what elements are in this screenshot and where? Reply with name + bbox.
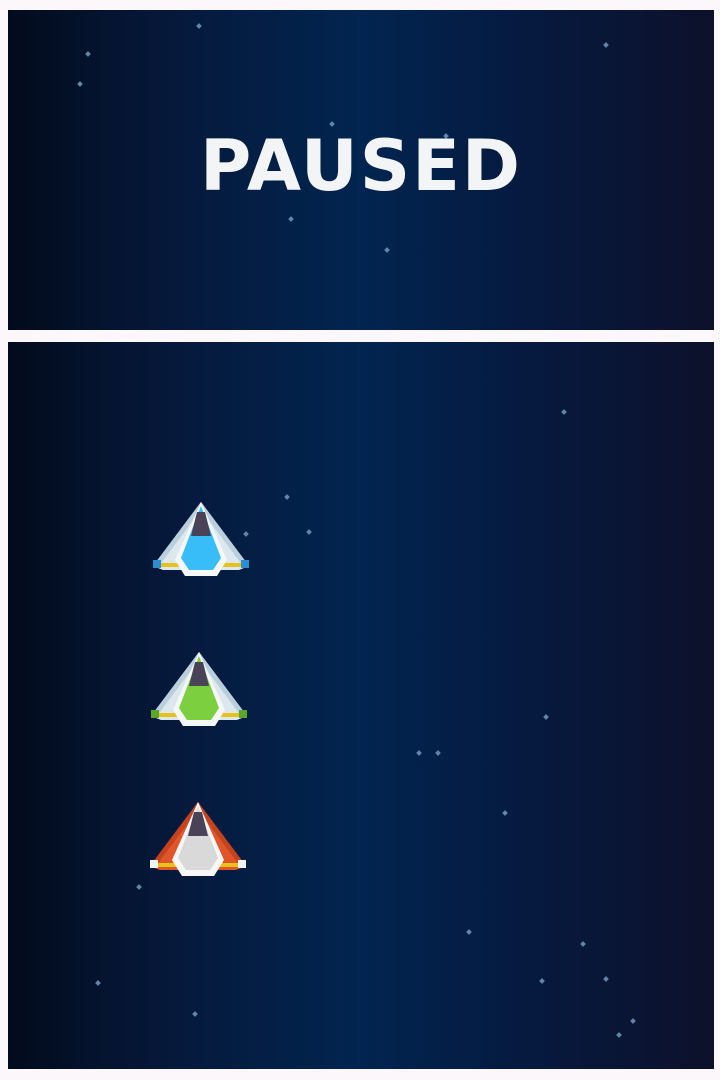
svg-text:PAUSED: PAUSED — [200, 130, 522, 202]
red-ship[interactable] — [148, 800, 248, 880]
game-field-panel — [8, 342, 714, 1069]
paused-title: PAUSED — [8, 130, 714, 202]
paused-title-text: PAUSED — [200, 130, 522, 202]
blue-ship[interactable] — [151, 500, 251, 580]
red-ship-sprite — [150, 802, 246, 876]
pause-header-panel: PAUSED — [8, 10, 714, 330]
green-ship-sprite — [151, 652, 247, 726]
green-ship[interactable] — [149, 650, 249, 730]
blue-ship-sprite — [153, 502, 249, 576]
starfield-bottom — [95, 409, 636, 1038]
